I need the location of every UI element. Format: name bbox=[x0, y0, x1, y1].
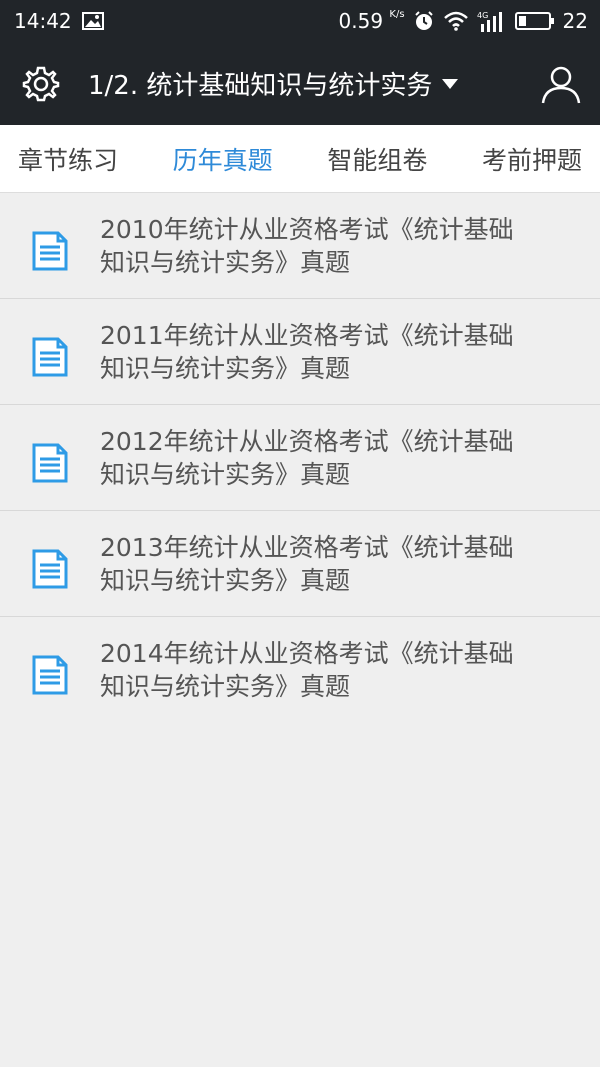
document-icon bbox=[28, 229, 72, 273]
item-title: 2014年统计从业资格考试《统计基础 知识与统计实务》真题 bbox=[100, 639, 514, 701]
item-title: 2012年统计从业资格考试《统计基础 知识与统计实务》真题 bbox=[100, 427, 514, 489]
tab-pre-exam[interactable]: 考前押题 bbox=[482, 141, 582, 177]
battery-level: 22 bbox=[562, 9, 588, 33]
document-icon bbox=[28, 335, 72, 379]
status-time: 14:42 bbox=[14, 9, 72, 33]
user-icon[interactable] bbox=[540, 63, 582, 105]
network-speed: 0.59 K/s bbox=[338, 9, 405, 33]
document-icon bbox=[28, 441, 72, 485]
tab-past-exams[interactable]: 历年真题 bbox=[173, 141, 273, 177]
gear-icon[interactable] bbox=[22, 65, 60, 103]
list-item[interactable]: 2014年统计从业资格考试《统计基础 知识与统计实务》真题 bbox=[0, 617, 600, 723]
list-item[interactable]: 2011年统计从业资格考试《统计基础 知识与统计实务》真题 bbox=[0, 299, 600, 405]
document-icon bbox=[28, 547, 72, 591]
item-title: 2011年统计从业资格考试《统计基础 知识与统计实务》真题 bbox=[100, 321, 514, 383]
page-title: 1/2. 统计基础知识与统计实务 bbox=[88, 71, 433, 101]
svg-text:4G: 4G bbox=[477, 11, 488, 20]
alarm-icon bbox=[413, 10, 435, 32]
subject-selector[interactable]: 1/2. 统计基础知识与统计实务 bbox=[88, 65, 540, 102]
tab-bar: 章节练习 历年真题 智能组卷 考前押题 bbox=[0, 125, 600, 193]
app-bar: 1/2. 统计基础知识与统计实务 bbox=[0, 42, 600, 125]
item-title: 2010年统计从业资格考试《统计基础 知识与统计实务》真题 bbox=[100, 215, 514, 277]
document-icon bbox=[28, 653, 72, 697]
chevron-down-icon bbox=[442, 78, 459, 89]
image-notification-icon bbox=[81, 12, 104, 30]
wifi-icon bbox=[443, 11, 469, 31]
status-bar: 14:42 0.59 K/s 4G 22 bbox=[0, 0, 600, 42]
signal-icon: 4G bbox=[477, 10, 507, 32]
battery-icon bbox=[514, 11, 555, 31]
tab-smart-paper[interactable]: 智能组卷 bbox=[327, 141, 427, 177]
item-title: 2013年统计从业资格考试《统计基础 知识与统计实务》真题 bbox=[100, 533, 514, 595]
exam-list: 2010年统计从业资格考试《统计基础 知识与统计实务》真题 2011年统计从业资… bbox=[0, 193, 600, 723]
list-item[interactable]: 2012年统计从业资格考试《统计基础 知识与统计实务》真题 bbox=[0, 405, 600, 511]
tab-chapter-practice[interactable]: 章节练习 bbox=[18, 141, 118, 177]
list-item[interactable]: 2013年统计从业资格考试《统计基础 知识与统计实务》真题 bbox=[0, 511, 600, 617]
list-item[interactable]: 2010年统计从业资格考试《统计基础 知识与统计实务》真题 bbox=[0, 193, 600, 299]
